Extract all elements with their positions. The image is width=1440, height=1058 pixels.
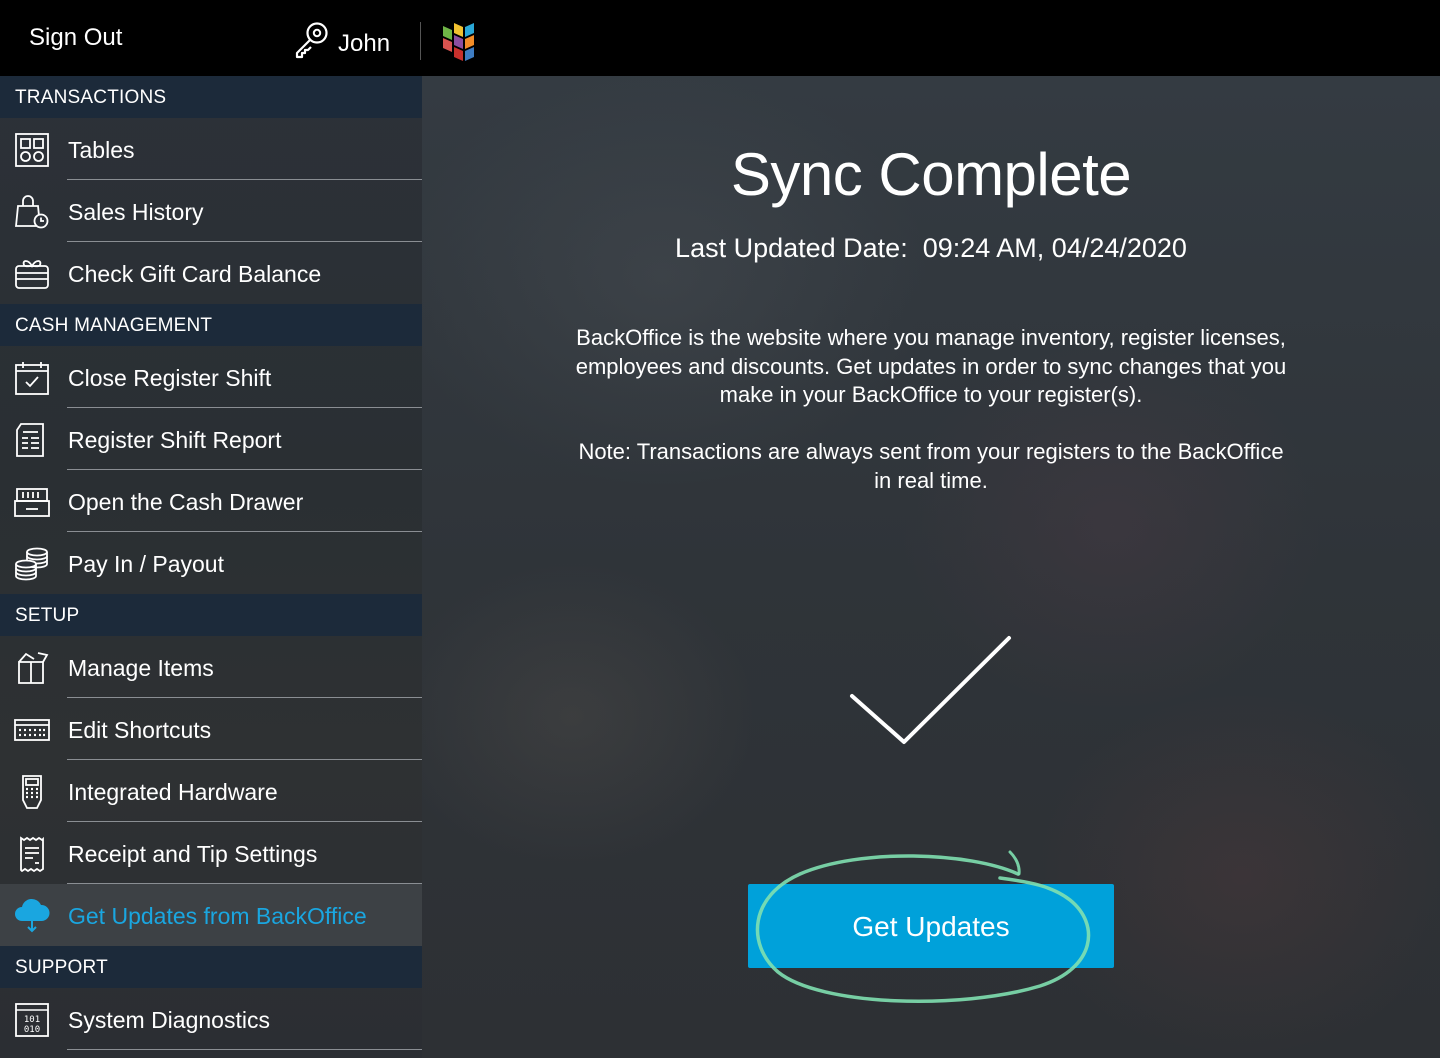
receipt-icon [13, 835, 51, 873]
brand-logo-icon [441, 20, 481, 67]
user-name: John [338, 29, 391, 57]
last-updated-value: 09:24 AM, 04/24/2020 [922, 233, 1187, 263]
main-panel: Sync Complete Last Updated Date: 09:24 A… [422, 76, 1440, 1058]
sidebar-item-edit-shortcuts[interactable]: Edit Shortcuts [0, 698, 422, 760]
key-icon [292, 20, 330, 67]
last-updated: Last Updated Date: 09:24 AM, 04/24/2020 [422, 233, 1440, 264]
cash-drawer-icon [13, 483, 51, 521]
keyboard-icon [13, 711, 51, 749]
sidebar-item-label: Receipt and Tip Settings [68, 841, 318, 867]
sidebar-item-label: Register Shift Report [68, 427, 282, 453]
section-header-support: SUPPORT [0, 946, 422, 988]
gift-card-icon [13, 255, 51, 293]
sidebar-item-label: System Diagnostics [68, 1007, 270, 1033]
sidebar-item-label: Integrated Hardware [68, 779, 278, 805]
description-text: BackOffice is the website where you mana… [575, 325, 1287, 407]
sign-out-button[interactable]: Sign Out [29, 24, 122, 52]
sidebar-item-sales-history[interactable]: Sales History [0, 180, 422, 242]
checkmark-icon [847, 632, 1017, 757]
user-indicator[interactable]: John [292, 20, 390, 67]
shopping-bag-clock-icon [13, 193, 51, 231]
sidebar-item-get-updates-from-backoffice[interactable]: Get Updates from BackOffice [0, 884, 422, 946]
box-icon [13, 649, 51, 687]
sidebar-item-integrated-hardware[interactable]: Integrated Hardware [0, 760, 422, 822]
section-header-cash-management: CASH MANAGEMENT [0, 304, 422, 346]
binary-icon: 101 010 [13, 1001, 51, 1039]
last-updated-label: Last Updated Date: [675, 233, 908, 263]
sidebar-item-manage-items[interactable]: Manage Items [0, 636, 422, 698]
sidebar-item-label: Sales History [68, 199, 204, 225]
calendar-check-icon [13, 359, 51, 397]
sidebar-item-label: Get Updates from BackOffice [68, 903, 367, 929]
sidebar-item-label: Check Gift Card Balance [68, 261, 322, 287]
sidebar-item-label: Manage Items [68, 655, 214, 681]
sidebar-item-register-shift-report[interactable]: Register Shift Report [0, 408, 422, 470]
sidebar-item-label: Tables [68, 137, 135, 163]
tables-icon [13, 131, 51, 169]
page-title: Sync Complete [730, 141, 1132, 208]
sidebar-item-system-diagnostics[interactable]: 101 010 System Diagnostics [0, 988, 422, 1050]
top-bar: Sign Out John [0, 0, 1440, 76]
card-terminal-icon [13, 773, 51, 811]
sidebar-item-label: Open the Cash Drawer [68, 489, 304, 515]
svg-text:010: 010 [24, 1025, 40, 1035]
cloud-download-icon [13, 897, 51, 935]
svg-text:101: 101 [24, 1015, 40, 1025]
sidebar-item-label: Pay In / Payout [68, 551, 224, 577]
section-header-setup: SETUP [0, 594, 422, 636]
coins-icon [13, 545, 51, 583]
sidebar-item-label: Close Register Shift [68, 365, 272, 391]
report-icon [13, 421, 51, 459]
sidebar-item-open-the-cash-drawer[interactable]: Open the Cash Drawer [0, 470, 422, 532]
section-header-transactions: TRANSACTIONS [0, 76, 422, 118]
sidebar: TRANSACTIONS Tables Sales History Check … [0, 76, 422, 1058]
divider [420, 22, 421, 60]
sidebar-item-close-register-shift[interactable]: Close Register Shift [0, 346, 422, 408]
sidebar-item-pay-in-payout[interactable]: Pay In / Payout [0, 532, 422, 594]
sidebar-item-label: Edit Shortcuts [68, 717, 212, 743]
sidebar-item-tables[interactable]: Tables [0, 118, 422, 180]
note-text: Note: Transactions are always sent from … [578, 439, 1284, 493]
sidebar-item-receipt-and-tip-settings[interactable]: Receipt and Tip Settings [0, 822, 422, 884]
get-updates-button[interactable]: Get Updates [748, 884, 1114, 968]
sidebar-item-check-gift-card-balance[interactable]: Check Gift Card Balance [0, 242, 422, 304]
